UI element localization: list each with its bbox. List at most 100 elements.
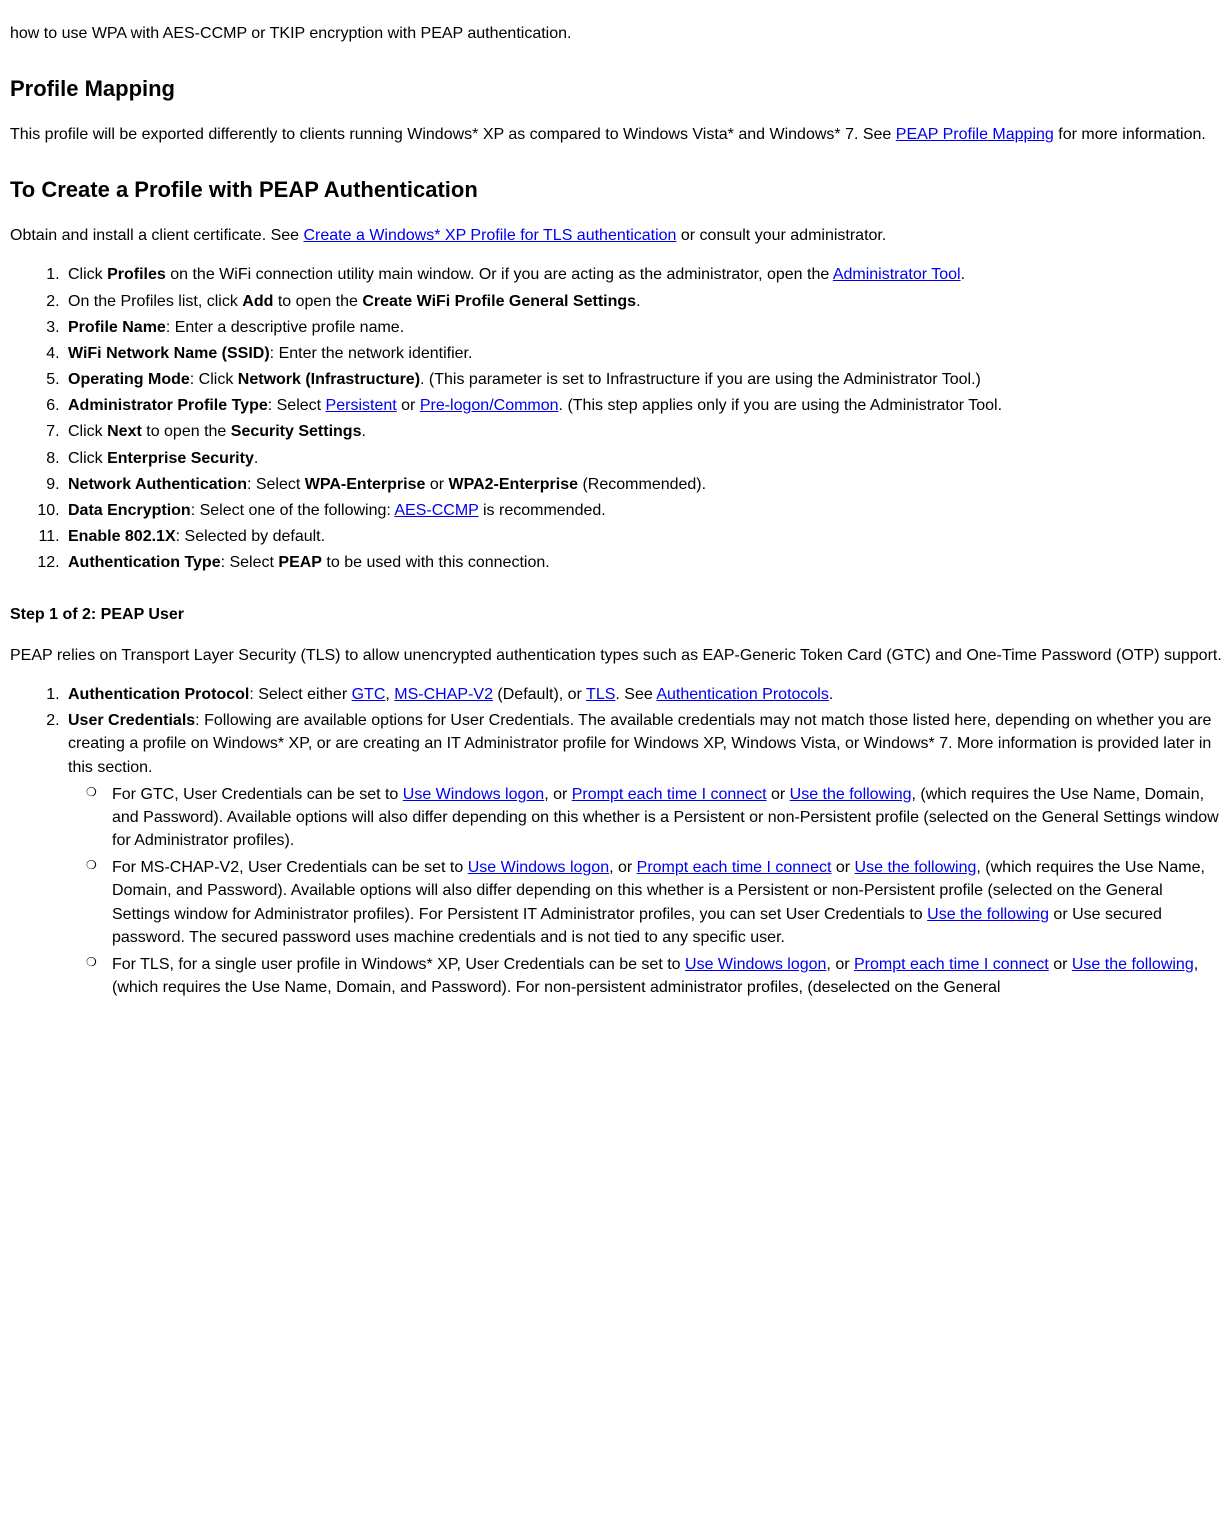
text: or: [425, 476, 448, 493]
link-use-the-following[interactable]: Use the following: [1072, 956, 1194, 973]
link-prompt-each-time[interactable]: Prompt each time I connect: [572, 786, 767, 803]
link-ms-chap-v2[interactable]: MS-CHAP-V2: [394, 686, 493, 703]
text-bold: WiFi Network Name (SSID): [68, 345, 270, 362]
text: to open the: [142, 423, 231, 440]
text: (Recommended).: [578, 476, 706, 493]
text-bold: Network Authentication: [68, 476, 247, 493]
text: .: [636, 293, 640, 310]
link-tls[interactable]: TLS: [586, 686, 615, 703]
text: For GTC, User Credentials can be set to: [112, 786, 403, 803]
text: For MS-CHAP-V2, User Credentials can be …: [112, 859, 468, 876]
text: Click: [68, 266, 107, 283]
text: .: [254, 450, 258, 467]
list-item: Authentication Protocol: Select either G…: [64, 683, 1222, 706]
text: for more information.: [1054, 126, 1206, 143]
list-item: Click Next to open the Security Settings…: [64, 420, 1222, 443]
text-bold: Enterprise Security: [107, 450, 254, 467]
user-credentials-sublist: For GTC, User Credentials can be set to …: [68, 783, 1222, 1000]
list-item: Administrator Profile Type: Select Persi…: [64, 394, 1222, 417]
link-persistent[interactable]: Persistent: [326, 397, 397, 414]
list-item: On the Profiles list, click Add to open …: [64, 290, 1222, 313]
heading-profile-mapping: Profile Mapping: [10, 73, 1222, 105]
text-bold: Network (Infrastructure): [238, 371, 420, 388]
text: For TLS, for a single user profile in Wi…: [112, 956, 685, 973]
text: .: [961, 266, 965, 283]
link-peap-profile-mapping[interactable]: PEAP Profile Mapping: [896, 126, 1054, 143]
text: is recommended.: [479, 502, 606, 519]
text: Obtain and install a client certificate.…: [10, 227, 304, 244]
list-item: WiFi Network Name (SSID): Enter the netw…: [64, 342, 1222, 365]
link-prompt-each-time[interactable]: Prompt each time I connect: [854, 956, 1049, 973]
text: ,: [385, 686, 394, 703]
text-bold: Authentication Type: [68, 554, 221, 571]
list-item: Profile Name: Enter a descriptive profil…: [64, 316, 1222, 339]
link-use-the-following[interactable]: Use the following: [790, 786, 912, 803]
text: (Default), or: [493, 686, 586, 703]
text-bold: Operating Mode: [68, 371, 190, 388]
text: : Select either: [249, 686, 351, 703]
text: . (This step applies only if you are usi…: [559, 397, 1002, 414]
text: : Select: [221, 554, 279, 571]
list-item: Click Enterprise Security.: [64, 447, 1222, 470]
text-bold: Authentication Protocol: [68, 686, 249, 703]
text-bold: PEAP: [278, 554, 322, 571]
text-bold: Next: [107, 423, 142, 440]
text: . See: [615, 686, 656, 703]
link-prompt-each-time[interactable]: Prompt each time I connect: [637, 859, 832, 876]
text: , or: [609, 859, 637, 876]
text: on the WiFi connection utility main wind…: [166, 266, 833, 283]
create-profile-steps: Click Profiles on the WiFi connection ut…: [10, 263, 1222, 574]
link-aes-ccmp[interactable]: AES-CCMP: [394, 502, 478, 519]
heading-step-1: Step 1 of 2: PEAP User: [10, 603, 1222, 626]
text: or: [767, 786, 790, 803]
link-gtc[interactable]: GTC: [352, 686, 386, 703]
link-use-windows-logon[interactable]: Use Windows logon: [685, 956, 826, 973]
text: : Following are available options for Us…: [68, 712, 1211, 775]
link-pre-logon-common[interactable]: Pre-logon/Common: [420, 397, 559, 414]
list-item: Operating Mode: Click Network (Infrastru…: [64, 368, 1222, 391]
text-bold: Security Settings: [231, 423, 362, 440]
text-bold: User Credentials: [68, 712, 195, 729]
list-item: Authentication Type: Select PEAP to be u…: [64, 551, 1222, 574]
text: : Enter a descriptive profile name.: [166, 319, 404, 336]
text: or: [397, 397, 420, 414]
list-item: Enable 802.1X: Selected by default.: [64, 525, 1222, 548]
peap-user-steps: Authentication Protocol: Select either G…: [10, 683, 1222, 999]
text: , or: [826, 956, 854, 973]
link-use-the-following[interactable]: Use the following: [927, 906, 1049, 923]
link-use-windows-logon[interactable]: Use Windows logon: [468, 859, 609, 876]
text: Click: [68, 450, 107, 467]
text: : Click: [190, 371, 238, 388]
link-authentication-protocols[interactable]: Authentication Protocols: [656, 686, 829, 703]
text: : Select one of the following:: [191, 502, 395, 519]
text: : Enter the network identifier.: [270, 345, 473, 362]
text: : Selected by default.: [176, 528, 325, 545]
link-use-the-following[interactable]: Use the following: [855, 859, 977, 876]
text: : Select: [247, 476, 305, 493]
text: This profile will be exported differentl…: [10, 126, 896, 143]
list-item: Network Authentication: Select WPA-Enter…: [64, 473, 1222, 496]
list-item: User Credentials: Following are availabl…: [64, 709, 1222, 999]
list-item: For TLS, for a single user profile in Wi…: [108, 953, 1222, 999]
link-administrator-tool[interactable]: Administrator Tool: [833, 266, 961, 283]
text: to open the: [273, 293, 362, 310]
link-use-windows-logon[interactable]: Use Windows logon: [403, 786, 544, 803]
body-text: This profile will be exported differentl…: [10, 123, 1222, 146]
text: Click: [68, 423, 107, 440]
text: to be used with this connection.: [322, 554, 550, 571]
text-bold: Add: [242, 293, 273, 310]
text: , or: [544, 786, 572, 803]
list-item: Data Encryption: Select one of the follo…: [64, 499, 1222, 522]
text: .: [361, 423, 365, 440]
text-bold: Data Encryption: [68, 502, 191, 519]
text: or: [831, 859, 854, 876]
text: : Select: [268, 397, 326, 414]
list-item: For MS-CHAP-V2, User Credentials can be …: [108, 856, 1222, 949]
text-bold: Profiles: [107, 266, 166, 283]
list-item: For GTC, User Credentials can be set to …: [108, 783, 1222, 853]
link-tls-auth-profile[interactable]: Create a Windows* XP Profile for TLS aut…: [304, 227, 677, 244]
text: . (This parameter is set to Infrastructu…: [420, 371, 981, 388]
heading-create-profile: To Create a Profile with PEAP Authentica…: [10, 174, 1222, 206]
text: or consult your administrator.: [676, 227, 886, 244]
list-item: Click Profiles on the WiFi connection ut…: [64, 263, 1222, 286]
